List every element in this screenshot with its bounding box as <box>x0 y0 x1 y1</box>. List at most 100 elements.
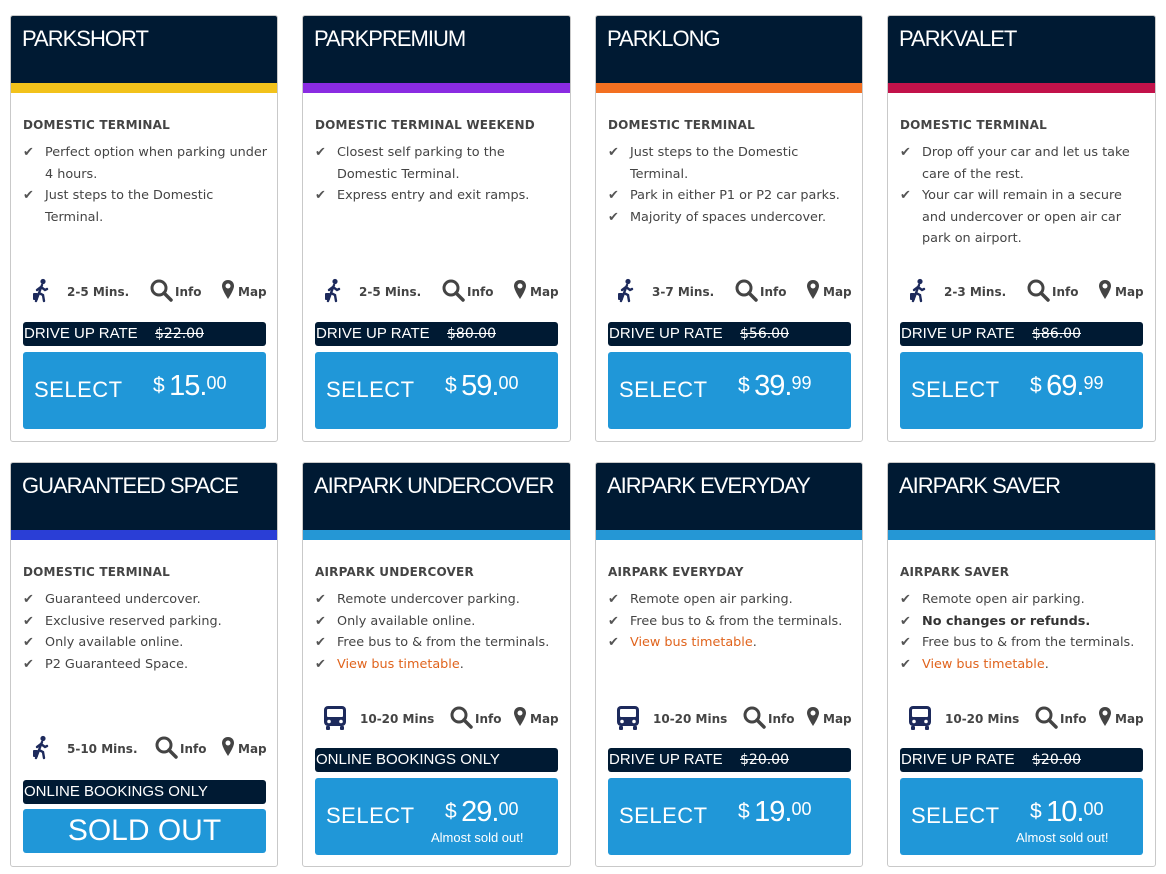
magnifier-icon <box>743 706 766 729</box>
map-label: Map <box>823 285 852 299</box>
feature-list: ✔ Remote open air parking. ✔ Free bus to &… <box>608 589 862 654</box>
old-rate: $80.00 <box>447 326 496 342</box>
sold-out-button: SOLD OUT <box>23 809 266 853</box>
check-icon: ✔ <box>315 635 326 650</box>
drive-up-rate: DRIVE UP RATE $22.00 <box>23 322 266 346</box>
bus-timetable-link[interactable]: View bus timetable <box>630 635 753 650</box>
price: $ 10.00 <box>1030 796 1104 828</box>
card-subtitle: AIRPARK EVERYDAY <box>608 565 744 579</box>
map-label: Map <box>823 712 852 726</box>
select-button[interactable]: SELECT $ 15.00 <box>23 352 266 429</box>
feature-list: ✔ Just steps to the Domestic Terminal. ✔ P… <box>608 142 862 228</box>
select-button[interactable]: SELECT $ 59.00 <box>315 352 558 429</box>
check-icon: ✔ <box>23 145 34 160</box>
feature-item: ✔ View bus timetable. <box>608 632 854 654</box>
check-icon: ✔ <box>315 613 326 629</box>
map-pin-icon <box>222 737 234 756</box>
parking-card-parkshort: PARKSHORT DOMESTIC TERMINAL ✔ Perfect opt… <box>10 15 278 442</box>
info-label: Info <box>475 712 502 726</box>
feature-list: ✔ Closest self parking to the Domestic Te… <box>315 142 570 207</box>
magnifier-icon <box>155 736 178 759</box>
parking-card-parkpremium: PARKPREMIUM DOMESTIC TERMINAL WEEKEND ✔ C… <box>302 15 571 442</box>
card-subtitle: DOMESTIC TERMINAL <box>900 118 1047 132</box>
map-label: Map <box>530 285 559 299</box>
bus-timetable-link[interactable]: View bus timetable <box>337 657 460 672</box>
check-icon: ✔ <box>608 613 619 629</box>
info-label: Info <box>760 285 787 299</box>
feature-item: ✔ Park in either P1 or P2 car parks. <box>608 185 854 207</box>
walking-person-icon <box>910 278 926 303</box>
select-button[interactable]: SELECT $ 69.99 <box>900 352 1143 429</box>
select-label: SELECT <box>911 377 1000 402</box>
drive-up-rate: DRIVE UP RATE $56.00 <box>608 322 851 346</box>
feature-item: ✔ View bus timetable. <box>900 654 1147 676</box>
bus-icon <box>324 706 346 730</box>
card-subtitle: DOMESTIC TERMINAL <box>608 118 755 132</box>
magnifier-icon <box>735 279 758 302</box>
feature-list: ✔ Drop off your car and let us take care … <box>900 142 1155 250</box>
info-label: Info <box>175 285 202 299</box>
bus-icon <box>909 706 931 730</box>
bus-timetable-link[interactable]: View bus timetable <box>922 657 1045 672</box>
travel-time: 10-20 Mins <box>360 712 435 726</box>
walking-person-icon <box>325 278 341 303</box>
online-bookings-only: ONLINE BOOKINGS ONLY <box>315 748 558 772</box>
parking-card-airpark-saver: AIRPARK SAVER AIRPARK SAVER ✔ Remote open… <box>887 462 1156 867</box>
check-icon: ✔ <box>608 635 619 650</box>
meta-row: 2-3 Mins. Info Map <box>888 278 1155 304</box>
map-pin-icon <box>1099 707 1111 726</box>
check-icon: ✔ <box>900 613 911 629</box>
feature-item: ✔ Only available online. <box>23 632 269 654</box>
feature-list: ✔ Guaranteed undercover. ✔ Exclusive reser… <box>23 589 277 675</box>
meta-row: 2-5 Mins. Info Map <box>11 278 277 304</box>
color-bar <box>303 530 570 540</box>
feature-item: ✔ Free bus to & from the terminals. <box>900 632 1147 654</box>
feature-item: ✔ Drop off your car and let us take care … <box>900 142 1147 185</box>
travel-time: 2-5 Mins. <box>359 285 422 299</box>
check-icon: ✔ <box>315 592 326 607</box>
availability-note: Almost sold out! <box>431 830 524 845</box>
drive-up-rate: DRIVE UP RATE $86.00 <box>900 322 1143 346</box>
select-label: SELECT <box>619 803 708 828</box>
travel-time: 3-7 Mins. <box>652 285 715 299</box>
meta-row: 10-20 Mins Info Map <box>888 705 1155 731</box>
color-bar <box>888 83 1155 93</box>
feature-item: ✔ Express entry and exit ramps. <box>315 185 562 207</box>
select-button[interactable]: SELECT $ 29.00 Almost sold out! <box>315 778 558 855</box>
rate-label: DRIVE UP RATE <box>901 751 1015 768</box>
check-icon: ✔ <box>900 656 911 672</box>
select-button[interactable]: SELECT $ 39.99 <box>608 352 851 429</box>
map-pin-icon <box>807 707 819 726</box>
check-icon: ✔ <box>315 188 326 203</box>
rate-label: DRIVE UP RATE <box>901 325 1015 342</box>
drive-up-rate: DRIVE UP RATE $80.00 <box>315 322 558 346</box>
drive-up-rate: DRIVE UP RATE $20.00 <box>900 748 1143 772</box>
feature-item: ✔ Guaranteed undercover. <box>23 589 269 611</box>
card-subtitle: DOMESTIC TERMINAL <box>23 565 170 579</box>
select-button[interactable]: SELECT $ 10.00 Almost sold out! <box>900 778 1143 855</box>
old-rate: $20.00 <box>1032 752 1081 768</box>
magnifier-icon <box>150 279 173 302</box>
meta-row: 5-10 Mins. Info Map <box>11 735 277 761</box>
select-label: SELECT <box>34 377 123 402</box>
color-bar <box>11 530 277 540</box>
check-icon: ✔ <box>900 145 911 160</box>
info-label: Info <box>180 742 207 756</box>
check-icon: ✔ <box>23 592 34 607</box>
travel-time: 2-5 Mins. <box>67 285 130 299</box>
map-label: Map <box>238 742 267 756</box>
select-button[interactable]: SELECT $ 19.00 <box>608 778 851 855</box>
card-subtitle: AIRPARK SAVER <box>900 565 1010 579</box>
walking-person-icon <box>618 278 634 303</box>
select-label: SELECT <box>326 377 415 402</box>
travel-time: 2-3 Mins. <box>944 285 1007 299</box>
card-subtitle: AIRPARK UNDERCOVER <box>315 565 474 579</box>
feature-item: ✔ Only available online. <box>315 611 562 633</box>
check-icon: ✔ <box>608 188 619 203</box>
feature-item: ✔ Just steps to the Domestic Terminal. <box>608 142 854 185</box>
bus-icon <box>617 706 639 730</box>
card-title: GUARANTEED SPACE <box>11 463 277 530</box>
select-label: SELECT <box>619 377 708 402</box>
meta-row: 10-20 Mins Info Map <box>596 705 862 731</box>
check-icon: ✔ <box>608 145 619 160</box>
